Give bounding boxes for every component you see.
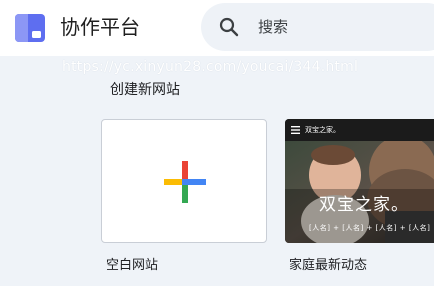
sites-logo-icon[interactable] [12,10,48,46]
blank-site-label: 空白网站 [106,258,159,273]
plus-icon [164,161,206,203]
template-header-bar: 双宝之家。 [285,119,434,141]
search-input[interactable]: 搜索 [258,17,288,37]
watermark-url: https://yc.xinyun28.com/youcai/344.html [62,59,359,75]
app-title: 协作平台 [60,15,140,39]
template-names: [人名] + [人名] + [人名] + [人名] [309,224,431,232]
top-bar: 协作平台 搜索 [0,0,434,56]
search-box[interactable]: 搜索 [201,3,434,51]
family-news-template-card[interactable]: 双宝之家。 双宝之家。 [人名] + [人名] + [人名] + [人名] [285,119,434,243]
menu-icon [291,126,300,134]
blank-site-card[interactable] [101,119,267,243]
family-news-label: 家庭最新动态 [289,258,368,273]
search-icon[interactable] [217,15,241,39]
template-site-name: 双宝之家。 [305,126,340,134]
section-title: 创建新网站 [110,82,180,98]
template-heading: 双宝之家。 [319,195,409,215]
